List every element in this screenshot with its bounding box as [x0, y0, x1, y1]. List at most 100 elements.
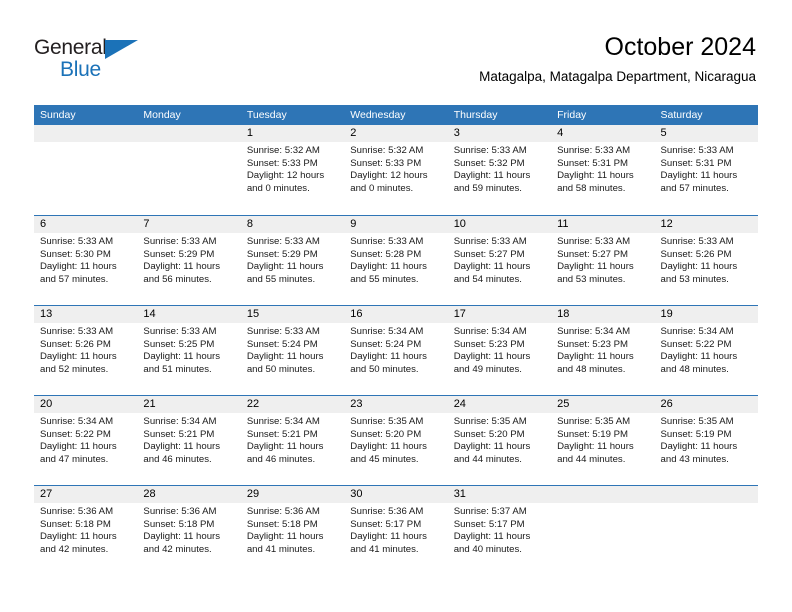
page-title: October 2024: [604, 33, 757, 61]
day-detail-line: Sunrise: 5:33 AM: [453, 145, 527, 156]
day-detail-line: Daylight: 11 hours: [660, 170, 738, 182]
day-sun-details: Sunrise: 5:33 AM Sunset: 5:31 PM Daylight:…: [551, 142, 654, 195]
day-number: 4: [551, 125, 655, 142]
day-sun-details: Sunrise: 5:37 AM Sunset: 5:17 PM Daylight:…: [448, 503, 551, 556]
day-detail-line: Sunset: 5:26 PM: [660, 248, 732, 260]
day-detail-line: and 49 minutes.: [453, 363, 522, 375]
day-detail-line: and 46 minutes.: [246, 453, 316, 465]
day-number: [34, 125, 138, 142]
calendar-day-cell: 28 Sunrise: 5:36 AM Sunset: 5:18 PM Dayligh…: [137, 486, 241, 575]
day-number: 2: [344, 125, 448, 142]
calendar-day-cell: 11 Sunrise: 5:33 AM Sunset: 5:27 PM Dayligh…: [551, 216, 655, 305]
day-detail-line: Sunset: 5:21 PM: [246, 428, 318, 440]
calendar-day-cell-empty: [34, 125, 138, 215]
day-detail-line: Sunrise: 5:35 AM: [350, 416, 424, 427]
day-detail-line: Sunset: 5:29 PM: [143, 248, 215, 260]
day-detail-line: Daylight: 11 hours: [350, 441, 427, 453]
day-sun-details: Sunrise: 5:35 AM Sunset: 5:20 PM Daylight:…: [344, 413, 447, 466]
calendar-day-cell-empty: [551, 486, 655, 575]
day-detail-line: Sunrise: 5:33 AM: [143, 326, 217, 337]
day-detail-line: Daylight: 11 hours: [350, 261, 427, 273]
day-number: 18: [551, 306, 655, 323]
calendar-day-cell: 13 Sunrise: 5:33 AM Sunset: 5:26 PM Dayligh…: [34, 306, 138, 395]
day-detail-line: Daylight: 11 hours: [246, 351, 324, 363]
calendar-day-cell: 15 Sunrise: 5:33 AM Sunset: 5:24 PM Dayligh…: [240, 306, 345, 395]
day-number: 14: [137, 306, 241, 323]
calendar-day-cell: 14 Sunrise: 5:33 AM Sunset: 5:25 PM Dayligh…: [137, 306, 241, 395]
calendar-day-cell: 26 Sunrise: 5:35 AM Sunset: 5:19 PM Dayligh…: [654, 396, 758, 485]
day-sun-details: Sunrise: 5:34 AM Sunset: 5:21 PM Daylight:…: [241, 413, 344, 466]
day-sun-details: Sunrise: 5:33 AM Sunset: 5:30 PM Daylight:…: [34, 233, 137, 286]
calendar-day-cell: 10 Sunrise: 5:33 AM Sunset: 5:27 PM Dayligh…: [447, 216, 552, 305]
day-detail-line: Daylight: 11 hours: [143, 441, 221, 453]
day-detail-line: Sunrise: 5:34 AM: [557, 326, 631, 337]
day-detail-line: and 41 minutes.: [350, 543, 419, 555]
day-detail-line: and 44 minutes.: [557, 453, 626, 465]
logo-triangle-icon: [105, 40, 138, 59]
day-detail-line: Daylight: 11 hours: [40, 441, 117, 453]
day-detail-line: and 55 minutes.: [246, 273, 316, 285]
day-detail-line: and 42 minutes.: [40, 543, 109, 555]
calendar-day-cell: 23 Sunrise: 5:35 AM Sunset: 5:20 PM Dayligh…: [344, 396, 448, 485]
day-sun-details: Sunrise: 5:36 AM Sunset: 5:17 PM Daylight:…: [344, 503, 447, 556]
day-detail-line: Daylight: 11 hours: [660, 351, 738, 363]
day-detail-line: and 46 minutes.: [143, 453, 212, 465]
day-detail-line: Sunset: 5:18 PM: [246, 518, 318, 530]
day-detail-line: Sunset: 5:33 PM: [350, 157, 422, 169]
calendar-day-cell: 6 Sunrise: 5:33 AM Sunset: 5:30 PM Daylight…: [34, 216, 138, 305]
day-detail-line: and 54 minutes.: [453, 273, 522, 285]
day-detail-line: Sunrise: 5:33 AM: [557, 145, 631, 156]
page-header: General Blue October 2024 Matagalpa, Mat…: [0, 0, 792, 100]
day-sun-details: Sunrise: 5:36 AM Sunset: 5:18 PM Daylight:…: [137, 503, 240, 556]
day-detail-line: Daylight: 11 hours: [453, 531, 531, 543]
day-number: 29: [240, 486, 345, 503]
day-sun-details: Sunrise: 5:33 AM Sunset: 5:24 PM Daylight:…: [241, 323, 344, 376]
day-detail-line: Sunrise: 5:34 AM: [660, 326, 734, 337]
weekday-header-row: Sunday Monday Tuesday Wednesday Thursday Frid…: [34, 105, 758, 125]
day-detail-line: Daylight: 11 hours: [246, 531, 324, 543]
day-detail-line: Daylight: 11 hours: [246, 261, 324, 273]
calendar-day-cell-empty: [137, 125, 241, 215]
day-detail-line: Sunrise: 5:33 AM: [557, 236, 631, 247]
day-detail-line: Sunrise: 5:33 AM: [660, 145, 734, 156]
weekday-header-wednesday: Wednesday: [350, 109, 406, 121]
day-number: 23: [344, 396, 448, 413]
day-number: [654, 486, 758, 503]
day-detail-line: Sunrise: 5:33 AM: [246, 236, 320, 247]
calendar-week-row: 6 Sunrise: 5:33 AM Sunset: 5:30 PM Daylight…: [34, 215, 758, 305]
calendar-day-cell: 18 Sunrise: 5:34 AM Sunset: 5:23 PM Dayligh…: [551, 306, 655, 395]
calendar-day-cell: 30 Sunrise: 5:36 AM Sunset: 5:17 PM Dayligh…: [344, 486, 448, 575]
day-detail-line: Sunrise: 5:35 AM: [453, 416, 527, 427]
day-detail-line: and 0 minutes.: [350, 182, 414, 194]
day-number: [137, 125, 241, 142]
day-number: 26: [654, 396, 758, 413]
day-sun-details: Sunrise: 5:33 AM Sunset: 5:29 PM Daylight:…: [137, 233, 240, 286]
calendar-day-cell: 1 Sunrise: 5:32 AM Sunset: 5:33 PM Daylight…: [240, 125, 345, 215]
day-detail-line: and 53 minutes.: [660, 273, 729, 285]
day-detail-line: and 58 minutes.: [557, 182, 626, 194]
day-detail-line: Sunrise: 5:33 AM: [246, 326, 320, 337]
day-number: 1: [240, 125, 345, 142]
day-detail-line: Sunrise: 5:36 AM: [350, 506, 424, 517]
day-sun-details: Sunrise: 5:34 AM Sunset: 5:22 PM Daylight:…: [34, 413, 137, 466]
day-detail-line: Sunset: 5:21 PM: [143, 428, 215, 440]
day-detail-line: Sunrise: 5:33 AM: [40, 236, 114, 247]
calendar-day-cell: 8 Sunrise: 5:33 AM Sunset: 5:29 PM Daylight…: [240, 216, 345, 305]
day-detail-line: Sunset: 5:23 PM: [557, 338, 629, 350]
day-detail-line: Sunset: 5:24 PM: [350, 338, 422, 350]
day-detail-line: and 50 minutes.: [246, 363, 316, 375]
day-number: 11: [551, 216, 655, 233]
calendar-day-cell: 20 Sunrise: 5:34 AM Sunset: 5:22 PM Dayligh…: [34, 396, 138, 485]
day-number: 25: [551, 396, 655, 413]
day-detail-line: and 0 minutes.: [246, 182, 310, 194]
calendar-day-cell: 12 Sunrise: 5:33 AM Sunset: 5:26 PM Dayligh…: [654, 216, 758, 305]
day-sun-details: Sunrise: 5:32 AM Sunset: 5:33 PM Daylight:…: [344, 142, 447, 195]
calendar-day-cell: 17 Sunrise: 5:34 AM Sunset: 5:23 PM Dayligh…: [447, 306, 552, 395]
weekday-header-thursday: Thursday: [453, 109, 498, 121]
calendar-week-row: 20 Sunrise: 5:34 AM Sunset: 5:22 PM Dayligh…: [34, 395, 758, 485]
day-detail-line: Daylight: 11 hours: [453, 441, 531, 453]
day-number: 21: [137, 396, 241, 413]
day-detail-line: Sunset: 5:20 PM: [453, 428, 525, 440]
day-detail-line: Sunrise: 5:34 AM: [143, 416, 217, 427]
day-number: 15: [240, 306, 345, 323]
